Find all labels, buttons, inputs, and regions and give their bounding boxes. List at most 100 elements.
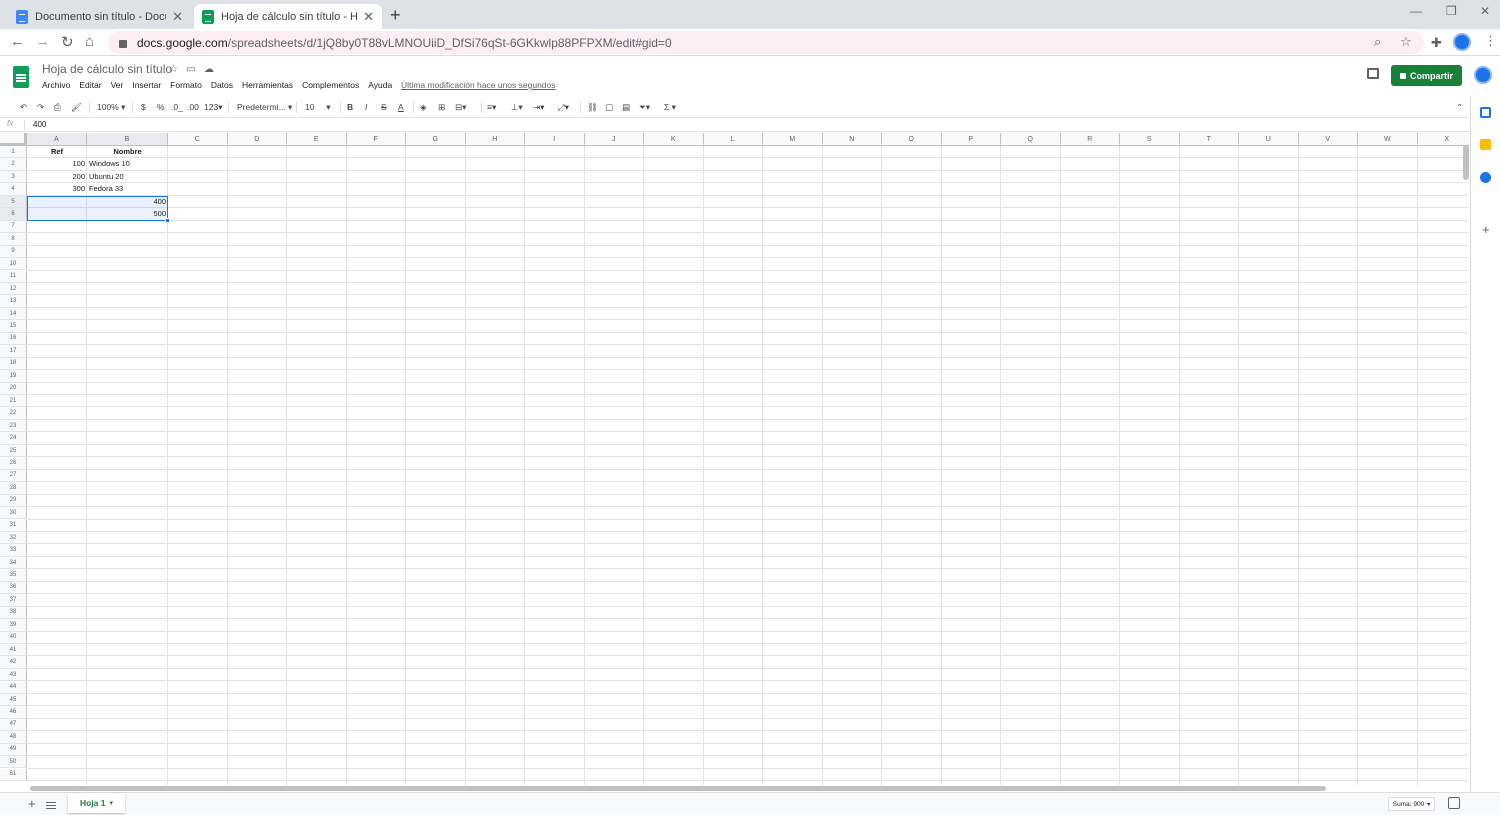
row-header[interactable]: 45 [0,693,27,707]
zoom-select[interactable]: 100% ▾ [97,99,125,115]
column-header-a[interactable]: A [27,133,87,146]
row-header[interactable]: 44 [0,681,27,694]
merge-cells-icon[interactable]: ⊟▾ [455,99,466,115]
cloud-status-icon[interactable]: ☁ [204,64,214,75]
font-family-select[interactable]: Predetermi... ▾ [237,99,292,115]
cell-a1[interactable]: Ref [27,146,87,158]
browser-menu-icon[interactable]: ⋮ [1484,33,1497,49]
browser-tab-docs[interactable]: Documento sin título - Documen ✕ [8,4,191,29]
account-avatar[interactable] [1474,66,1492,84]
row-header[interactable]: 2 [0,158,27,171]
row-header[interactable]: 35 [0,569,27,582]
cell-a3[interactable]: 200 [27,171,87,183]
column-header-o[interactable]: O [882,133,942,146]
sum-indicator[interactable]: Suma: 900 ▾ [1388,797,1435,811]
row-header[interactable]: 40 [0,631,27,644]
filter-icon[interactable]: ⏷▾ [639,99,650,115]
move-folder-icon[interactable]: ▭ [186,64,195,75]
cell-b5[interactable]: 400 [87,196,168,208]
text-rotation-icon[interactable]: ⤢▾ [558,99,569,115]
share-button[interactable]: Compartir [1391,65,1462,86]
print-icon[interactable]: ⎙ [54,99,61,115]
row-header[interactable]: 43 [0,668,27,682]
zoom-icon[interactable]: ⌕ [1374,34,1381,50]
row-header[interactable]: 15 [0,320,27,333]
menu-herramientas[interactable]: Herramientas [242,80,293,90]
row-header[interactable]: 18 [0,357,27,371]
strikethrough-button[interactable]: S [381,99,387,115]
extensions-icon[interactable]: ✚ [1431,35,1442,51]
row-header[interactable]: 38 [0,606,27,620]
menu-archivo[interactable]: Archivo [42,80,70,90]
row-header[interactable]: 28 [0,482,27,495]
row-header[interactable]: 30 [0,507,27,520]
column-header-e[interactable]: E [287,133,347,146]
column-header-d[interactable]: D [227,133,287,146]
row-header[interactable]: 4 [0,183,27,196]
browser-tab-sheets[interactable]: Hoja de cálculo sin título - Hojas ✕ [194,4,382,29]
column-header-k[interactable]: K [644,133,704,146]
column-header-p[interactable]: P [941,133,1001,146]
menu-ver[interactable]: Ver [111,80,124,90]
row-header[interactable]: 25 [0,444,27,458]
home-icon[interactable]: ⌂ [85,33,94,50]
row-header[interactable]: 21 [0,395,27,408]
text-wrap-icon[interactable]: ⇥▾ [533,99,544,115]
row-header[interactable]: 23 [0,419,27,433]
column-header-j[interactable]: J [584,133,644,146]
minimize-icon[interactable]: — [1410,4,1422,18]
percent-format-button[interactable]: % [157,99,165,115]
row-header[interactable]: 6 [0,208,27,221]
menu-editar[interactable]: Editar [79,80,101,90]
row-header[interactable]: 26 [0,457,27,470]
row-header[interactable]: 49 [0,743,27,757]
currency-format-button[interactable]: $ [141,99,146,115]
row-header[interactable]: 14 [0,307,27,321]
row-header[interactable]: 48 [0,731,27,744]
undo-icon[interactable]: ↶ [20,99,27,115]
add-addon-icon[interactable]: + [1482,222,1490,237]
column-header-u[interactable]: U [1239,133,1299,146]
cell-b4[interactable]: Fedora 33 [87,183,168,195]
column-header-g[interactable]: G [406,133,466,146]
insert-chart-icon[interactable]: ▤ [622,99,630,115]
row-header[interactable]: 3 [0,170,27,184]
row-header[interactable]: 42 [0,656,27,669]
paint-format-icon[interactable]: 🖌 [71,99,82,115]
collapse-menus-icon[interactable]: ⌃ [1456,99,1463,115]
redo-icon[interactable]: ↷ [37,99,44,115]
row-header[interactable]: 19 [0,370,27,383]
cell-b3[interactable]: Ubuntu 20 [87,171,168,183]
add-sheet-icon[interactable]: + [28,796,36,811]
row-header[interactable]: 34 [0,556,27,570]
browser-profile-avatar[interactable] [1453,33,1471,51]
url-field[interactable]: docs.google.com/spreadsheets/d/1jQ8by0T8… [108,31,1424,54]
column-header-h[interactable]: H [465,133,525,146]
row-header[interactable]: 10 [0,258,27,271]
column-header-l[interactable]: L [703,133,763,146]
formula-input[interactable]: 400 [33,120,46,129]
menu-datos[interactable]: Datos [211,80,233,90]
borders-icon[interactable]: ⊞ [438,99,445,115]
row-header[interactable]: 37 [0,594,27,607]
back-icon[interactable]: ← [10,33,25,50]
cell-b1[interactable]: Nombre [87,146,168,158]
row-header[interactable]: 11 [0,270,27,283]
restore-icon[interactable]: ❐ [1446,4,1457,18]
increase-decimals-button[interactable]: .00 [187,99,199,115]
row-header[interactable]: 5 [0,195,27,209]
comments-icon[interactable] [1367,68,1379,79]
fill-color-icon[interactable]: ◈ [420,99,427,115]
vertical-scrollbar[interactable] [1463,145,1469,180]
column-header-x[interactable]: X [1417,133,1469,146]
row-header[interactable]: 29 [0,494,27,508]
row-header[interactable]: 39 [0,619,27,632]
row-header[interactable]: 9 [0,245,27,259]
row-header[interactable]: 1 [0,146,27,159]
sheet-tab-hoja1[interactable]: Hoja 1 ▾ [68,793,125,813]
insert-link-icon[interactable]: ⛓ [587,99,598,115]
column-header-m[interactable]: M [763,133,823,146]
keep-icon[interactable] [1480,139,1491,150]
menu-insertar[interactable]: Insertar [132,80,161,90]
text-color-button[interactable]: A [398,99,404,115]
